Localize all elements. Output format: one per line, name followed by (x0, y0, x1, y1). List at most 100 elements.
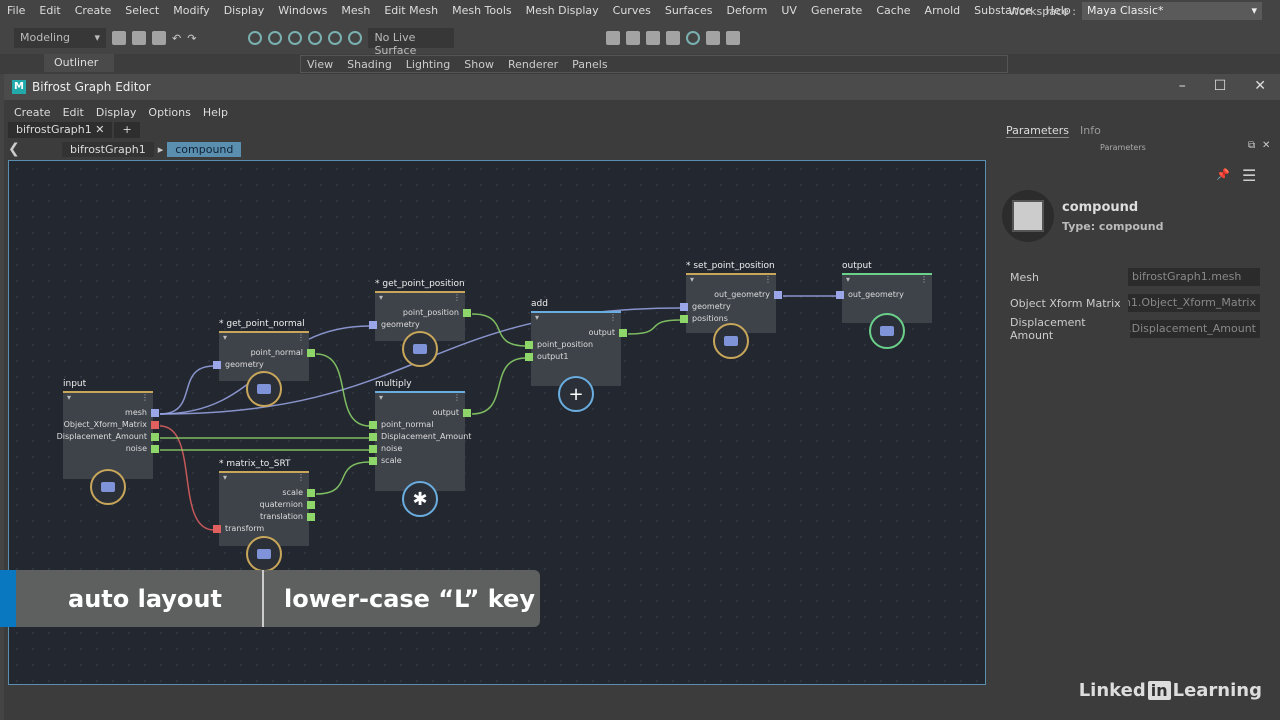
collapse-icon[interactable]: ▾ (379, 393, 383, 405)
output-port-output[interactable]: output (589, 327, 627, 339)
add-tab-button[interactable]: + (114, 122, 140, 138)
collapse-icon[interactable]: ▾ (846, 275, 850, 287)
snap-curve-icon[interactable] (268, 31, 283, 45)
menu-icon[interactable]: ☰ (1242, 166, 1256, 185)
param-value-field[interactable]: bifrostGraph1.mesh (1128, 268, 1260, 286)
node-add[interactable]: add ▾ ⋮ output point_position output1 (525, 299, 627, 386)
render-settings-icon[interactable] (666, 31, 681, 45)
wire[interactable] (471, 313, 527, 347)
pause-icon[interactable] (726, 31, 741, 45)
port-handle[interactable] (213, 525, 221, 533)
input-port-point_position[interactable]: point_position (525, 339, 593, 351)
menu-generate[interactable]: Generate (804, 4, 869, 17)
node-menu-icon[interactable]: ⋮ (453, 393, 461, 405)
menu-windows[interactable]: Windows (271, 4, 334, 17)
wire[interactable] (315, 353, 371, 427)
close-tab-icon[interactable]: ✕ (95, 123, 104, 136)
port-handle[interactable] (525, 353, 533, 361)
editor-menu-create[interactable]: Create (8, 106, 57, 119)
render-view-icon[interactable] (606, 31, 621, 45)
port-handle[interactable] (151, 433, 159, 441)
node-srt[interactable]: * matrix_to_SRT ▾ ⋮ scale quaternion translat… (213, 459, 315, 546)
node-mul[interactable]: multiply ▾ ⋮ output point_normal Displacement… (369, 379, 471, 491)
input-port-out_geometry[interactable]: out_geometry (836, 289, 904, 301)
port-handle[interactable] (151, 409, 159, 417)
output-port-out_geometry[interactable]: out_geometry (714, 289, 782, 301)
viewport-menu-view[interactable]: View (307, 58, 333, 71)
menu-mesh[interactable]: Mesh (334, 4, 377, 17)
render-frame-icon[interactable] (626, 31, 641, 45)
menu-display[interactable]: Display (217, 4, 272, 17)
snap-grid-icon[interactable] (248, 31, 263, 45)
input-port-transform[interactable]: transform (213, 523, 264, 535)
wire[interactable] (627, 319, 682, 335)
maximize-icon[interactable]: ☐ (1214, 78, 1227, 94)
port-handle[interactable] (463, 309, 471, 317)
port-handle[interactable] (836, 291, 844, 299)
port-handle[interactable] (774, 291, 782, 299)
input-port-output1[interactable]: output1 (525, 351, 568, 363)
save-scene-icon[interactable] (152, 31, 166, 45)
mode-dropdown[interactable]: Modeling ▾ (14, 28, 106, 48)
output-port-point_position[interactable]: point_position (403, 307, 471, 319)
input-port-Displacement_Amount[interactable]: Displacement_Amount (369, 431, 471, 443)
port-handle[interactable] (525, 341, 533, 349)
input-port-noise[interactable]: noise (369, 443, 402, 455)
viewport-menu-show[interactable]: Show (464, 58, 494, 71)
menu-file[interactable]: File (0, 4, 32, 17)
editor-menu-edit[interactable]: Edit (57, 106, 90, 119)
tab-parameters[interactable]: Parameters (1006, 124, 1069, 138)
outliner-tab[interactable]: Outliner (44, 54, 114, 72)
input-port-geometry[interactable]: geometry (213, 359, 264, 371)
collapse-icon[interactable]: ▾ (379, 293, 383, 305)
redo-icon[interactable]: ↷ (187, 32, 196, 45)
output-port-Object_Xform_Matrix[interactable]: Object_Xform_Matrix (64, 419, 159, 431)
menu-uv[interactable]: UV (774, 4, 804, 17)
input-port-point_normal[interactable]: point_normal (369, 419, 433, 431)
workspace-dropdown[interactable]: Maya Classic* ▾ (1082, 2, 1262, 20)
live-surface-field[interactable]: No Live Surface (368, 28, 455, 57)
menu-deform[interactable]: Deform (719, 4, 774, 17)
snap-view-icon[interactable] (308, 31, 323, 45)
output-port-scale[interactable]: scale (282, 487, 315, 499)
menu-create[interactable]: Create (68, 4, 119, 17)
close-icon[interactable]: ✕ (1254, 78, 1266, 94)
breadcrumb-compound[interactable]: compound (167, 141, 242, 157)
port-handle[interactable] (369, 321, 377, 329)
port-handle[interactable] (619, 329, 627, 337)
port-handle[interactable] (369, 433, 377, 441)
port-handle[interactable] (213, 361, 221, 369)
float-panel-icon[interactable]: ⧉ (1248, 140, 1255, 151)
workspace-selector[interactable]: Workspace : Maya Classic* ▾ (1009, 0, 1280, 22)
port-handle[interactable] (680, 315, 688, 323)
collapse-icon[interactable]: ▾ (535, 313, 539, 325)
node-menu-icon[interactable]: ⋮ (453, 293, 461, 305)
input-port-scale[interactable]: scale (369, 455, 402, 467)
tab-bifrostgraph1[interactable]: bifrostGraph1 ✕ (8, 122, 113, 138)
input-port-geometry[interactable]: geometry (680, 301, 731, 313)
node-menu-icon[interactable]: ⋮ (609, 313, 617, 325)
port-handle[interactable] (369, 421, 377, 429)
port-handle[interactable] (307, 349, 315, 357)
port-handle[interactable] (369, 445, 377, 453)
menu-select[interactable]: Select (118, 4, 166, 17)
snap-point-icon[interactable] (288, 31, 303, 45)
menu-edit[interactable]: Edit (32, 4, 67, 17)
menu-cache[interactable]: Cache (869, 4, 917, 17)
viewport-menu-renderer[interactable]: Renderer (508, 58, 558, 71)
collapse-icon[interactable]: ▾ (690, 275, 694, 287)
output-port-translation[interactable]: translation (260, 511, 315, 523)
node-menu-icon[interactable]: ⋮ (297, 333, 305, 345)
tab-info[interactable]: Info (1080, 124, 1101, 137)
snap-live-icon[interactable] (348, 31, 363, 45)
node-menu-icon[interactable]: ⋮ (141, 393, 149, 405)
port-handle[interactable] (680, 303, 688, 311)
port-handle[interactable] (307, 501, 315, 509)
input-port-positions[interactable]: positions (680, 313, 728, 325)
port-handle[interactable] (307, 513, 315, 521)
port-handle[interactable] (151, 445, 159, 453)
menu-mesh-display[interactable]: Mesh Display (519, 4, 606, 17)
close-panel-icon[interactable]: ✕ (1262, 140, 1270, 151)
minimize-icon[interactable]: – (1179, 78, 1186, 94)
param-value-field[interactable]: bifrostGraph1.Object_Xform_Matrix (1128, 294, 1260, 312)
